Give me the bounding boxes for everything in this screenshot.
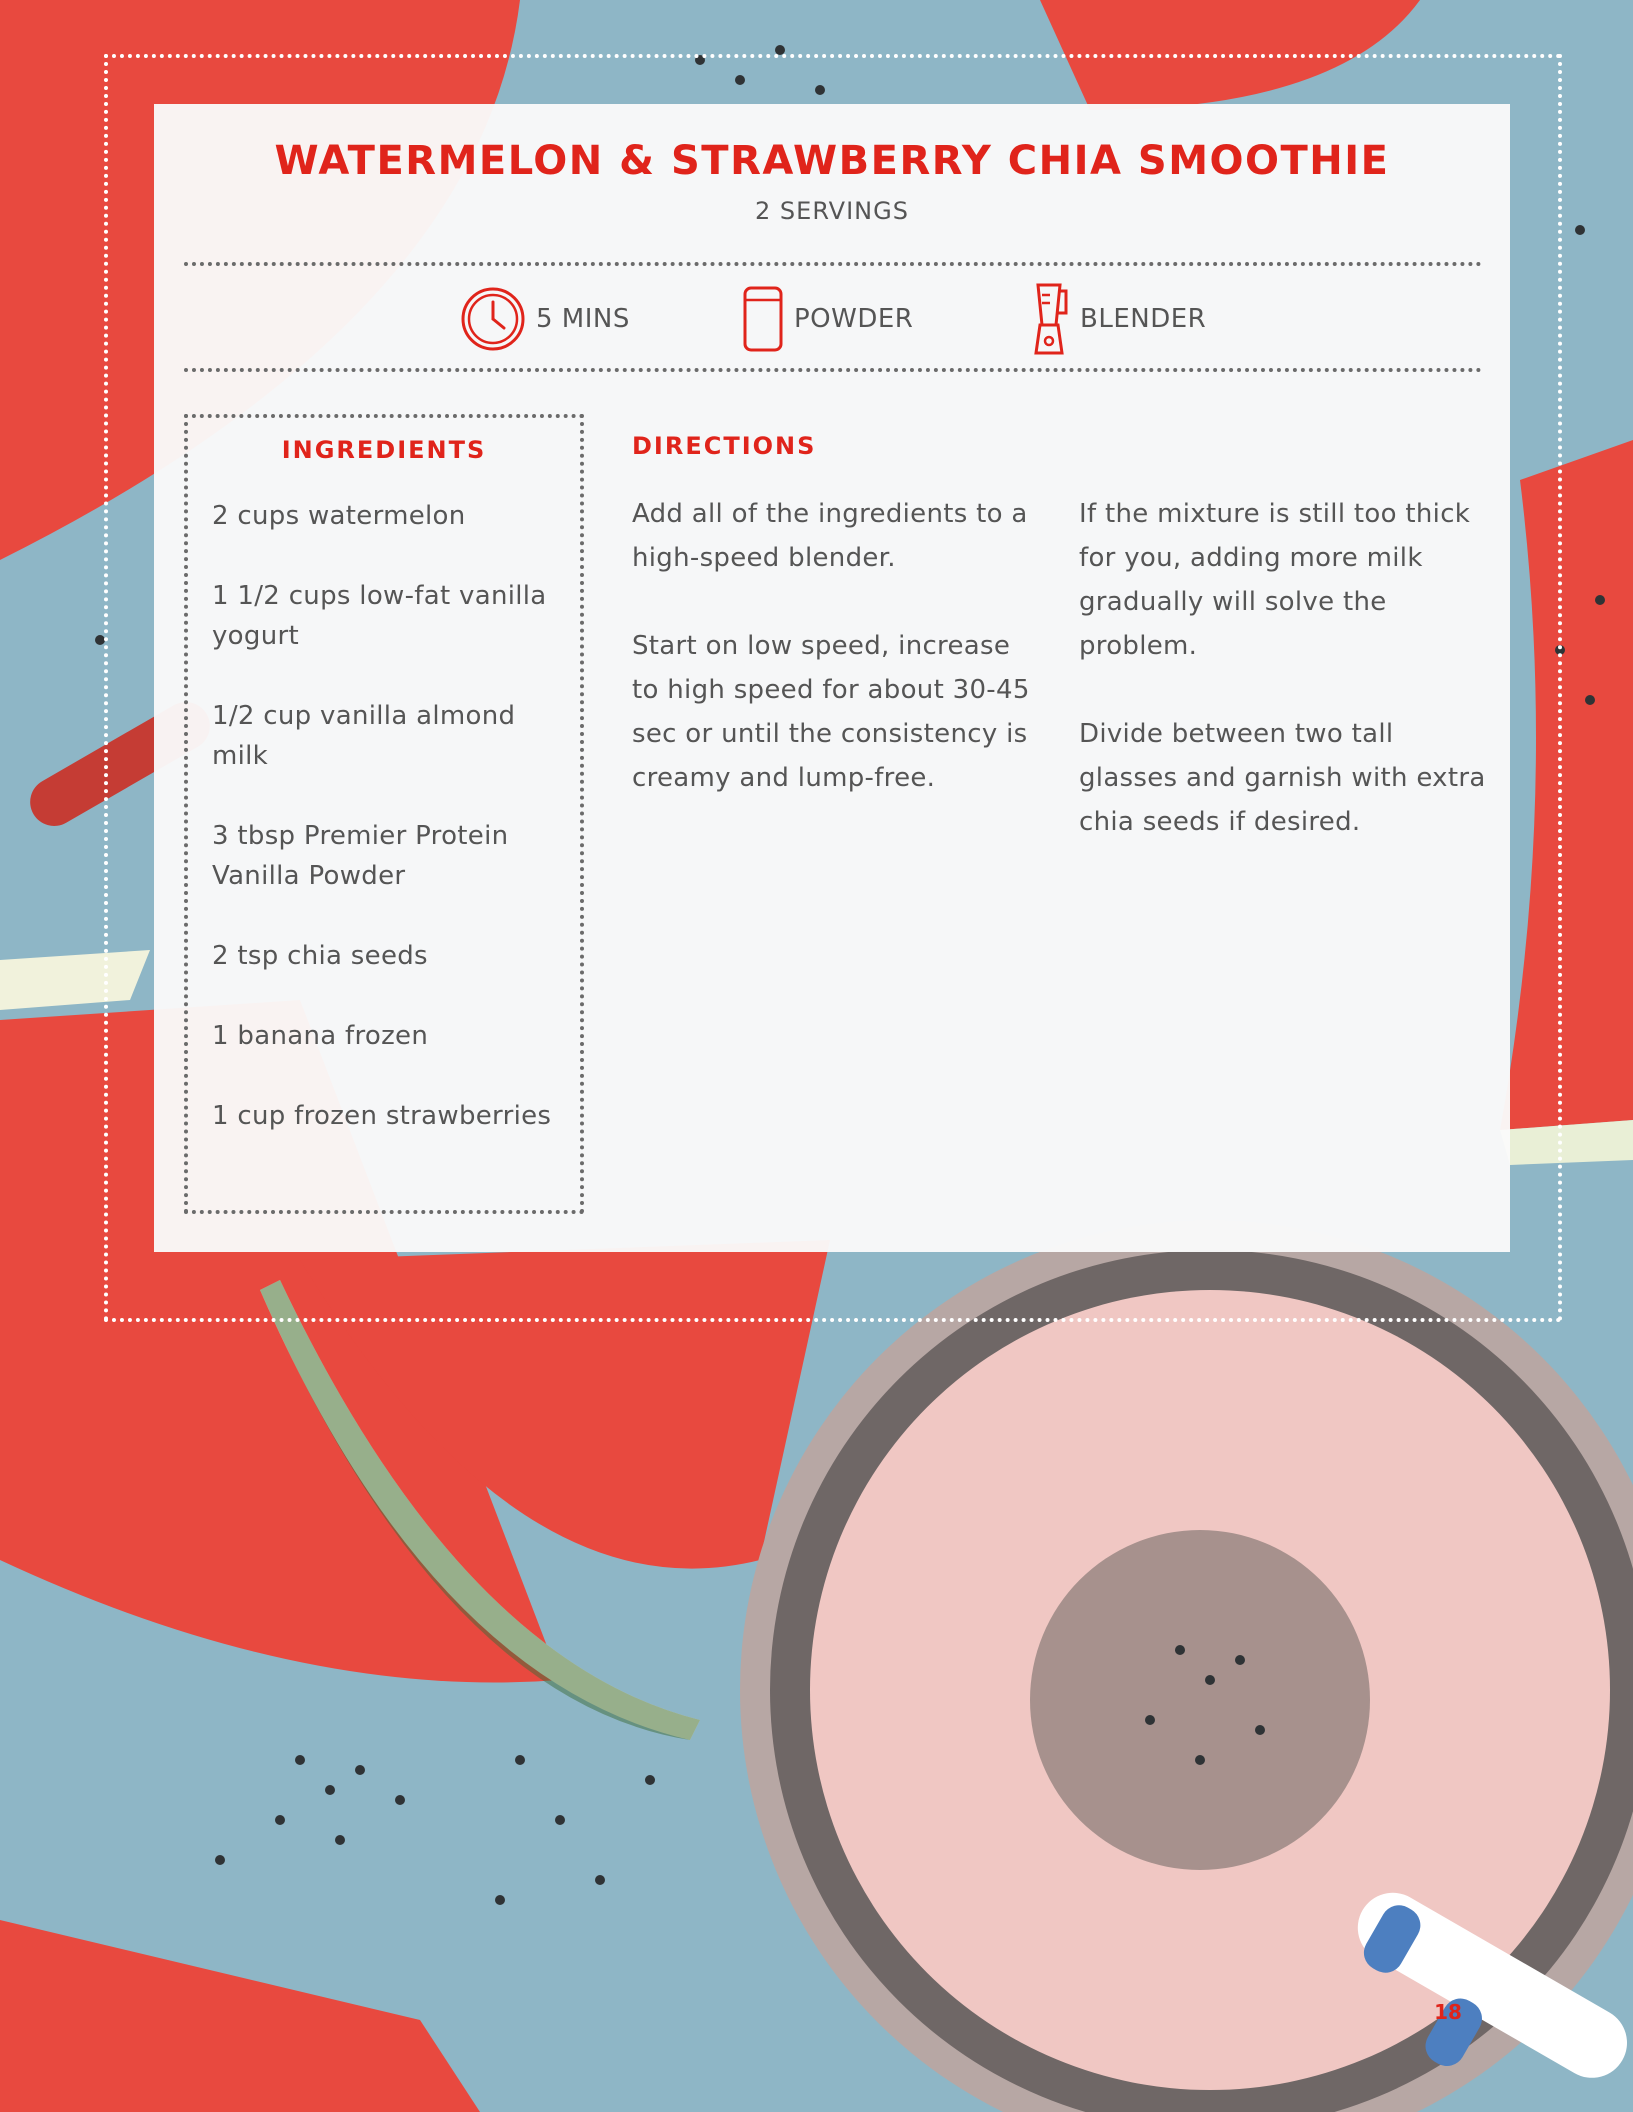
divider-bottom: [184, 368, 1482, 372]
ingredients-heading: INGREDIENTS: [281, 436, 487, 464]
ingredients-box: INGREDIENTS 2 cups watermelon 1 1/2 cups…: [184, 414, 584, 1214]
powder-label: POWDER: [794, 304, 914, 334]
blender-label: BLENDER: [1080, 304, 1207, 334]
recipe-title: WATERMELON & STRAWBERRY CHIA SMOOTHIE: [274, 138, 1390, 184]
directions-column-1: Add all of the ingredients to a high-spe…: [632, 492, 1042, 844]
page-number: 18: [1434, 2000, 1462, 2024]
meta-blender: BLENDER: [1030, 283, 1207, 355]
powder-tub-icon: [743, 286, 783, 352]
servings-label: 2 SERVINGS: [755, 197, 909, 225]
meta-time: 5 MINS: [460, 284, 630, 354]
direction-step: If the mixture is still too thick for yo…: [1079, 499, 1471, 661]
meta-powder: POWDER: [742, 284, 913, 354]
divider-top: [184, 262, 1482, 266]
ingredients-list: 2 cups watermelon 1 1/2 cups low-fat van…: [212, 496, 552, 1176]
ingredient-item: 1/2 cup vanilla almond milk: [212, 701, 516, 771]
ingredient-item: 2 tsp chia seeds: [212, 941, 428, 971]
blender-icon: [1034, 283, 1068, 355]
directions-heading: DIRECTIONS: [632, 432, 817, 460]
direction-step: Start on low speed, increase to high spe…: [632, 631, 1030, 793]
ingredient-item: 1 cup frozen strawberries: [212, 1101, 552, 1131]
direction-step: Divide between two tall glasses and garn…: [1079, 719, 1486, 837]
ingredient-item: 3 tbsp Premier Protein Vanilla Powder: [212, 821, 509, 891]
time-label: 5 MINS: [536, 304, 630, 334]
recipe-card: WATERMELON & STRAWBERRY CHIA SMOOTHIE 2 …: [154, 104, 1510, 1252]
clock-icon: [461, 287, 525, 351]
direction-step: Add all of the ingredients to a high-spe…: [632, 499, 1028, 573]
directions-column-2: If the mixture is still too thick for yo…: [1079, 492, 1489, 888]
ingredient-item: 2 cups watermelon: [212, 501, 466, 531]
ingredient-item: 1 1/2 cups low-fat vanilla yogurt: [212, 581, 547, 651]
ingredient-item: 1 banana frozen: [212, 1021, 429, 1051]
